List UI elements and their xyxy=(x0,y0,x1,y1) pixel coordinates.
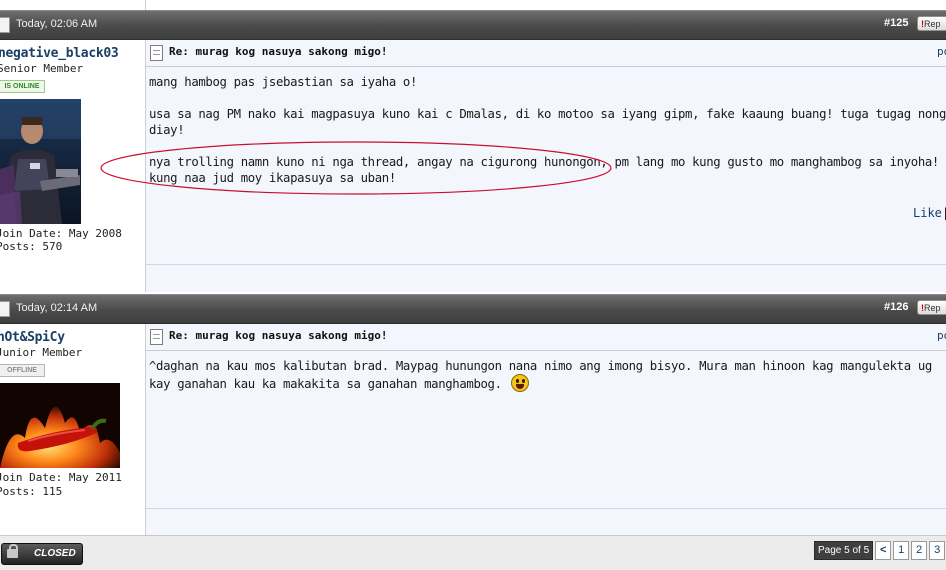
page-link-1[interactable]: 1 xyxy=(893,541,910,560)
post-title-row: Re: murag kog nasuya sakong migo! po xyxy=(146,324,946,351)
previous-page-link[interactable]: < xyxy=(875,541,892,560)
message-line: usa sa nag PM nako kai magpasuya kuno ka… xyxy=(149,107,946,121)
thread-footer-bar: CLOSED Page 5 of 5 < 1 2 3 xyxy=(0,535,946,570)
join-date: Join Date: May 2011 xyxy=(0,471,122,484)
report-label: Rep xyxy=(924,19,941,29)
lock-icon xyxy=(7,544,18,558)
post-title-row: Re: murag kog nasuya sakong migo! po xyxy=(146,40,946,67)
post-content-125: Re: murag kog nasuya sakong migo! po man… xyxy=(146,40,946,292)
post-count: Posts: 570 xyxy=(0,240,63,253)
post-number-link[interactable]: #126 xyxy=(884,301,908,313)
join-date: Join Date: May 2008 xyxy=(0,227,122,240)
avatar[interactable] xyxy=(0,99,81,224)
user-title: Junior Member xyxy=(0,346,83,359)
post-count: Posts: 115 xyxy=(0,485,63,498)
post-title: Re: murag kog nasuya sakong migo! xyxy=(169,329,388,342)
post-permalink[interactable]: po xyxy=(937,45,946,58)
like-link[interactable]: Like| xyxy=(913,206,946,220)
offline-status-badge: OFFLINE xyxy=(0,364,45,377)
post-permalink[interactable]: po xyxy=(937,329,946,342)
thread-closed-button[interactable]: CLOSED xyxy=(1,543,83,565)
message-line: nya trolling namn kuno ni nga thread, an… xyxy=(149,155,939,169)
message-line: kay ganahan kau ka makakita sa ganahan m… xyxy=(149,374,946,392)
message-text: kay ganahan kau ka makakita sa ganahan m… xyxy=(149,377,502,391)
user-info-panel: negative_black03 Senior Member IS ONLINE… xyxy=(0,40,146,292)
document-icon xyxy=(150,329,163,345)
user-title: Senior Member xyxy=(0,62,84,75)
post-number-link[interactable]: #125 xyxy=(884,17,908,29)
closed-label: CLOSED xyxy=(34,548,76,559)
pagination: Page 5 of 5 < 1 2 3 xyxy=(814,541,946,560)
post-footer-divider xyxy=(146,264,946,265)
user-info-panel: hOt&SpiCy Junior Member OFFLINE Join Dat… xyxy=(0,324,146,535)
document-icon xyxy=(150,45,163,61)
report-button[interactable]: !Rep xyxy=(917,300,946,315)
post-header-126: Today, 02:14 AM #126 !Rep xyxy=(0,294,946,324)
page-link-3[interactable]: 3 xyxy=(929,541,946,560)
message-line: mang hambog pas jsebastian sa iyaha o! xyxy=(149,75,418,89)
post-title: Re: murag kog nasuya sakong migo! xyxy=(169,45,388,58)
avatar[interactable] xyxy=(0,383,120,468)
like-label: Like xyxy=(913,206,942,220)
post-footer-divider xyxy=(146,508,946,509)
username-link[interactable]: hOt&SpiCy xyxy=(0,330,65,345)
report-button[interactable]: !Rep xyxy=(917,16,946,31)
page-indicator: Page 5 of 5 xyxy=(814,541,874,560)
page-link-2[interactable]: 2 xyxy=(911,541,928,560)
message-line: kung naa jud moy ikapasuya sa uban! xyxy=(149,171,396,185)
message-line: ^daghan na kau mos kalibutan brad. Maypa… xyxy=(149,359,932,373)
post-date: Today, 02:06 AM xyxy=(16,18,98,30)
document-icon xyxy=(0,301,10,317)
message-line: diay! xyxy=(149,123,185,137)
online-status-badge: IS ONLINE xyxy=(0,80,45,93)
big-grin-smiley-icon xyxy=(510,374,529,392)
report-label: Rep xyxy=(924,303,941,313)
post-header-125: Today, 02:06 AM #125 !Rep xyxy=(0,10,946,40)
post-content-126: Re: murag kog nasuya sakong migo! po ^da… xyxy=(146,324,946,535)
document-icon xyxy=(0,17,10,33)
post-date: Today, 02:14 AM xyxy=(16,302,98,314)
username-link[interactable]: negative_black03 xyxy=(0,46,119,61)
